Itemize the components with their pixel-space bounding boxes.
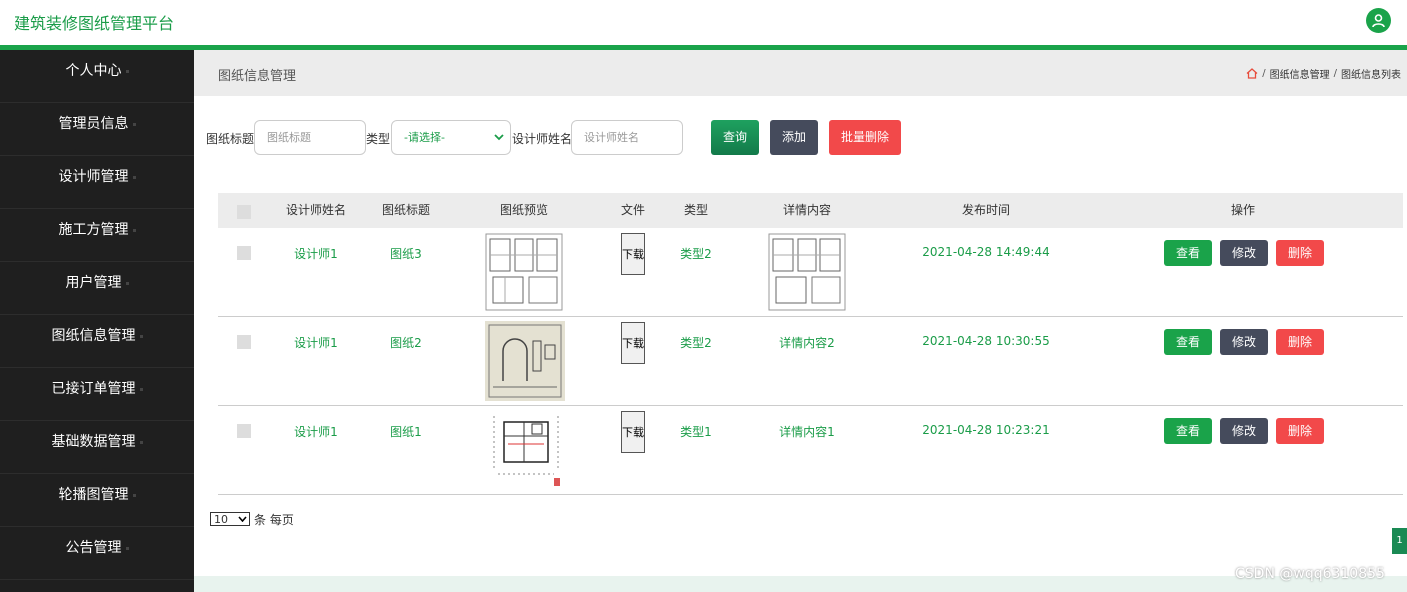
page-number-button[interactable]: 1 [1392,528,1407,554]
designer-name: 设计师1 [294,336,338,350]
designer-name: 设计师1 [294,247,338,261]
watermark: CSDN @wqq6310855 [1235,566,1385,582]
user-avatar-icon[interactable] [1366,8,1391,33]
type-label: 类型 [366,132,391,146]
type-select[interactable]: -请选择- [391,120,511,155]
sidebar-item-designer[interactable]: 设计师管理 [0,156,194,209]
publish-time: 2021-04-28 10:30:55 [922,334,1050,348]
drawing-title: 图纸3 [390,247,422,261]
sidebar-item-personal-center[interactable]: 个人中心 [0,50,194,103]
sidebar-item-base-data[interactable]: 基础数据管理 [0,421,194,474]
drawing-preview-image[interactable] [485,233,563,311]
drawing-type: 类型1 [680,425,712,439]
drawing-title: 图纸1 [390,425,422,439]
drawing-type: 类型2 [680,247,712,261]
row-checkbox[interactable] [237,424,251,438]
sidebar-item-notice[interactable]: 公告管理 [0,527,194,580]
drawing-preview-image[interactable] [488,410,566,488]
publish-time: 2021-04-28 14:49:44 [922,245,1050,259]
page-header: 图纸信息管理 / 图纸信息管理 / 图纸信息列表 [194,50,1407,96]
chevron-down-icon [238,516,247,522]
page-title: 图纸信息管理 [218,69,297,84]
breadcrumb-item-list: 图纸信息列表 [1341,70,1401,81]
table-row: 设计师1 图纸3 下载 类型2 2021-04-28 14:49:44 查看 修… [218,228,1403,317]
view-button[interactable]: 查看 [1164,240,1212,266]
breadcrumb-separator: / [1333,68,1337,79]
title-input[interactable]: 图纸标题 [254,120,366,155]
per-page-label: 条 每页 [254,513,294,527]
sidebar-item-label: 用户管理 [65,275,122,291]
breadcrumb: / 图纸信息管理 / 图纸信息列表 [1246,66,1401,81]
column-header-title: 图纸标题 [381,203,431,217]
row-checkbox[interactable] [237,246,251,260]
sidebar-item-constructor[interactable]: 施工方管理 [0,209,194,262]
sidebar-item-carousel[interactable]: 轮播图管理 [0,474,194,527]
publish-time: 2021-04-28 10:23:21 [922,423,1050,437]
download-button[interactable]: 下载 [621,411,645,453]
sidebar-item-users[interactable]: 用户管理 [0,262,194,315]
designer-input[interactable]: 设计师姓名 [571,120,683,155]
sidebar-item-label: 管理员信息 [58,116,129,132]
add-button[interactable]: 添加 [770,120,818,155]
sidebar-item-admin-info[interactable]: 管理员信息 [0,103,194,156]
column-header-designer: 设计师姓名 [285,203,347,217]
type-select-value: -请选择- [404,131,445,144]
column-header-actions: 操作 [1230,203,1256,217]
sidebar-item-label: 施工方管理 [58,222,129,238]
sidebar-item-label: 轮播图管理 [58,487,129,503]
detail-content: 详情内容1 [779,425,835,439]
app-title: 建筑装修图纸管理平台 [14,14,175,33]
edit-button[interactable]: 修改 [1220,418,1268,444]
table-header: 设计师姓名 图纸标题 图纸预览 文件 类型 详情内容 发布时间 操作 [218,193,1403,228]
drawing-title: 图纸2 [390,336,422,350]
edit-button[interactable]: 修改 [1220,329,1268,355]
breadcrumb-separator: / [1262,68,1266,79]
designer-name: 设计师1 [294,425,338,439]
sidebar-item-label: 公告管理 [65,540,122,556]
breadcrumb-item-drawings[interactable]: 图纸信息管理 [1270,66,1330,81]
edit-button[interactable]: 修改 [1220,240,1268,266]
drawing-preview-image[interactable] [485,321,565,401]
sidebar-item-label: 设计师管理 [58,169,129,185]
page-size-select[interactable]: 10 [210,512,250,526]
table-row: 设计师1 图纸2 下载 类型2 详情内容2 2021-04-28 10:30:5… [218,317,1403,406]
row-checkbox[interactable] [237,335,251,349]
sidebar-item-label: 已接订单管理 [51,381,136,397]
drawing-type: 类型2 [680,336,712,350]
column-header-preview: 图纸预览 [499,203,549,217]
column-header-file: 文件 [620,203,646,217]
delete-button[interactable]: 删除 [1276,329,1324,355]
page-size-value: 10 [214,513,228,526]
sidebar: 个人中心 管理员信息 设计师管理 施工方管理 用户管理 图纸信息管理 已接订单管… [0,50,194,592]
home-icon[interactable] [1246,68,1258,79]
view-button[interactable]: 查看 [1164,329,1212,355]
download-button[interactable]: 下载 [621,322,645,364]
query-button[interactable]: 查询 [711,120,759,155]
delete-button[interactable]: 删除 [1276,240,1324,266]
column-header-time: 发布时间 [961,203,1011,217]
sidebar-item-drawings[interactable]: 图纸信息管理 [0,315,194,368]
view-button[interactable]: 查看 [1164,418,1212,444]
sidebar-item-label: 基础数据管理 [51,434,136,450]
sidebar-item-label: 图纸信息管理 [51,328,136,344]
chevron-down-icon [494,134,504,141]
footer-band [194,576,1407,592]
download-button[interactable]: 下载 [621,233,645,275]
sidebar-item-label: 个人中心 [65,63,122,79]
table-row: 设计师1 图纸1 下载 类型1 详情内容1 2021-04-28 10:23:2… [218,406,1403,495]
column-header-detail: 详情内容 [782,203,832,217]
top-bar: 建筑装修图纸管理平台 [0,0,1407,45]
select-all-checkbox[interactable] [237,205,251,219]
column-header-type: 类型 [683,203,709,217]
sidebar-item-orders[interactable]: 已接订单管理 [0,368,194,421]
designer-label: 设计师姓名 [512,132,573,146]
detail-image [768,233,846,311]
detail-content: 详情内容2 [779,336,835,350]
batch-delete-button[interactable]: 批量删除 [829,120,901,155]
title-label: 图纸标题 [206,132,255,146]
delete-button[interactable]: 删除 [1276,418,1324,444]
